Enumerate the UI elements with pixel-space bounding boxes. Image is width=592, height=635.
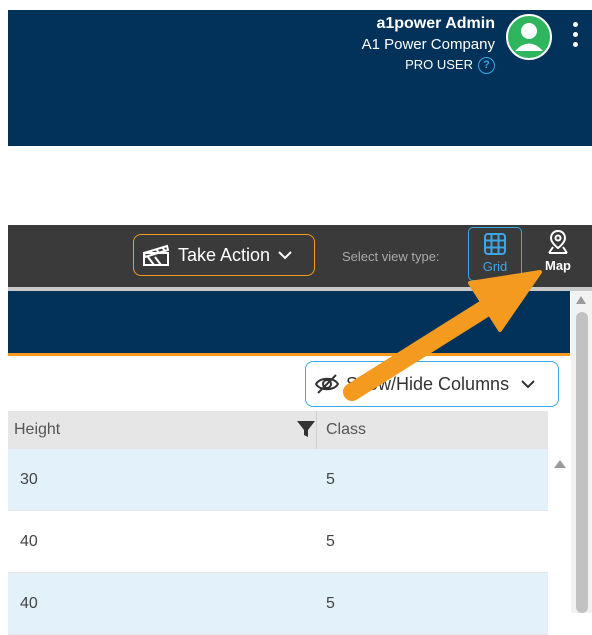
page-scroll-up-icon[interactable] (576, 296, 586, 304)
column-header-class[interactable]: Class (317, 421, 366, 439)
cell-class: 5 (326, 594, 335, 612)
table-row[interactable]: 40 5 (8, 573, 548, 635)
grid-view-label: Grid (482, 259, 508, 274)
chevron-down-icon (278, 251, 292, 260)
table-row[interactable]: 30 5 (8, 449, 548, 511)
column-header-height[interactable]: Height (8, 421, 316, 439)
take-action-label: Take Action (178, 244, 271, 265)
grid-view-button[interactable]: Grid (468, 227, 522, 281)
cell-height: 30 (20, 470, 38, 488)
map-pin-icon (548, 229, 568, 254)
grid-icon (484, 233, 506, 255)
kebab-menu-icon[interactable] (570, 22, 580, 58)
grid-scroll-up-icon[interactable] (554, 460, 566, 468)
table-row[interactable]: 40 5 (8, 511, 548, 573)
map-view-button[interactable]: Map (533, 229, 583, 283)
top-strip (0, 0, 592, 10)
select-view-label: Select view type: (342, 249, 440, 264)
show-hide-columns-button[interactable]: Show/Hide Columns (305, 361, 559, 407)
column-header-height-label: Height (14, 421, 61, 438)
user-info: a1power Admin A1 Power Company PRO USER … (362, 14, 495, 74)
column-header-class-label: Class (326, 421, 367, 438)
grid-body: 30 5 40 5 40 5 (8, 449, 548, 635)
grid-title-band (8, 291, 570, 356)
user-role-label: PRO USER (405, 57, 473, 72)
app-header: a1power Admin A1 Power Company PRO USER … (8, 10, 592, 146)
grid-toolbar: Take Action Select view type: Grid Map (8, 225, 592, 287)
map-view-label: Map (545, 258, 571, 273)
show-hide-columns-label: Show/Hide Columns (346, 373, 510, 394)
cell-class: 5 (326, 532, 335, 550)
user-role: PRO USER ? (362, 56, 495, 74)
grid-scrollbar[interactable] (549, 449, 571, 613)
cell-height: 40 (20, 594, 38, 612)
eye-slash-icon (314, 374, 340, 394)
user-company: A1 Power Company (361, 36, 495, 53)
clapperboard-icon (142, 244, 170, 266)
cell-height: 40 (20, 532, 38, 550)
chevron-down-icon (521, 380, 535, 389)
user-name: a1power Admin (376, 15, 495, 32)
filter-icon[interactable] (296, 419, 316, 439)
grid-header-row: Height Class (8, 411, 548, 449)
page-scroll-thumb[interactable] (576, 312, 588, 613)
cell-class: 5 (326, 470, 335, 488)
take-action-button[interactable]: Take Action (133, 234, 315, 276)
help-icon[interactable]: ? (478, 56, 495, 74)
user-avatar-icon[interactable] (506, 14, 552, 60)
